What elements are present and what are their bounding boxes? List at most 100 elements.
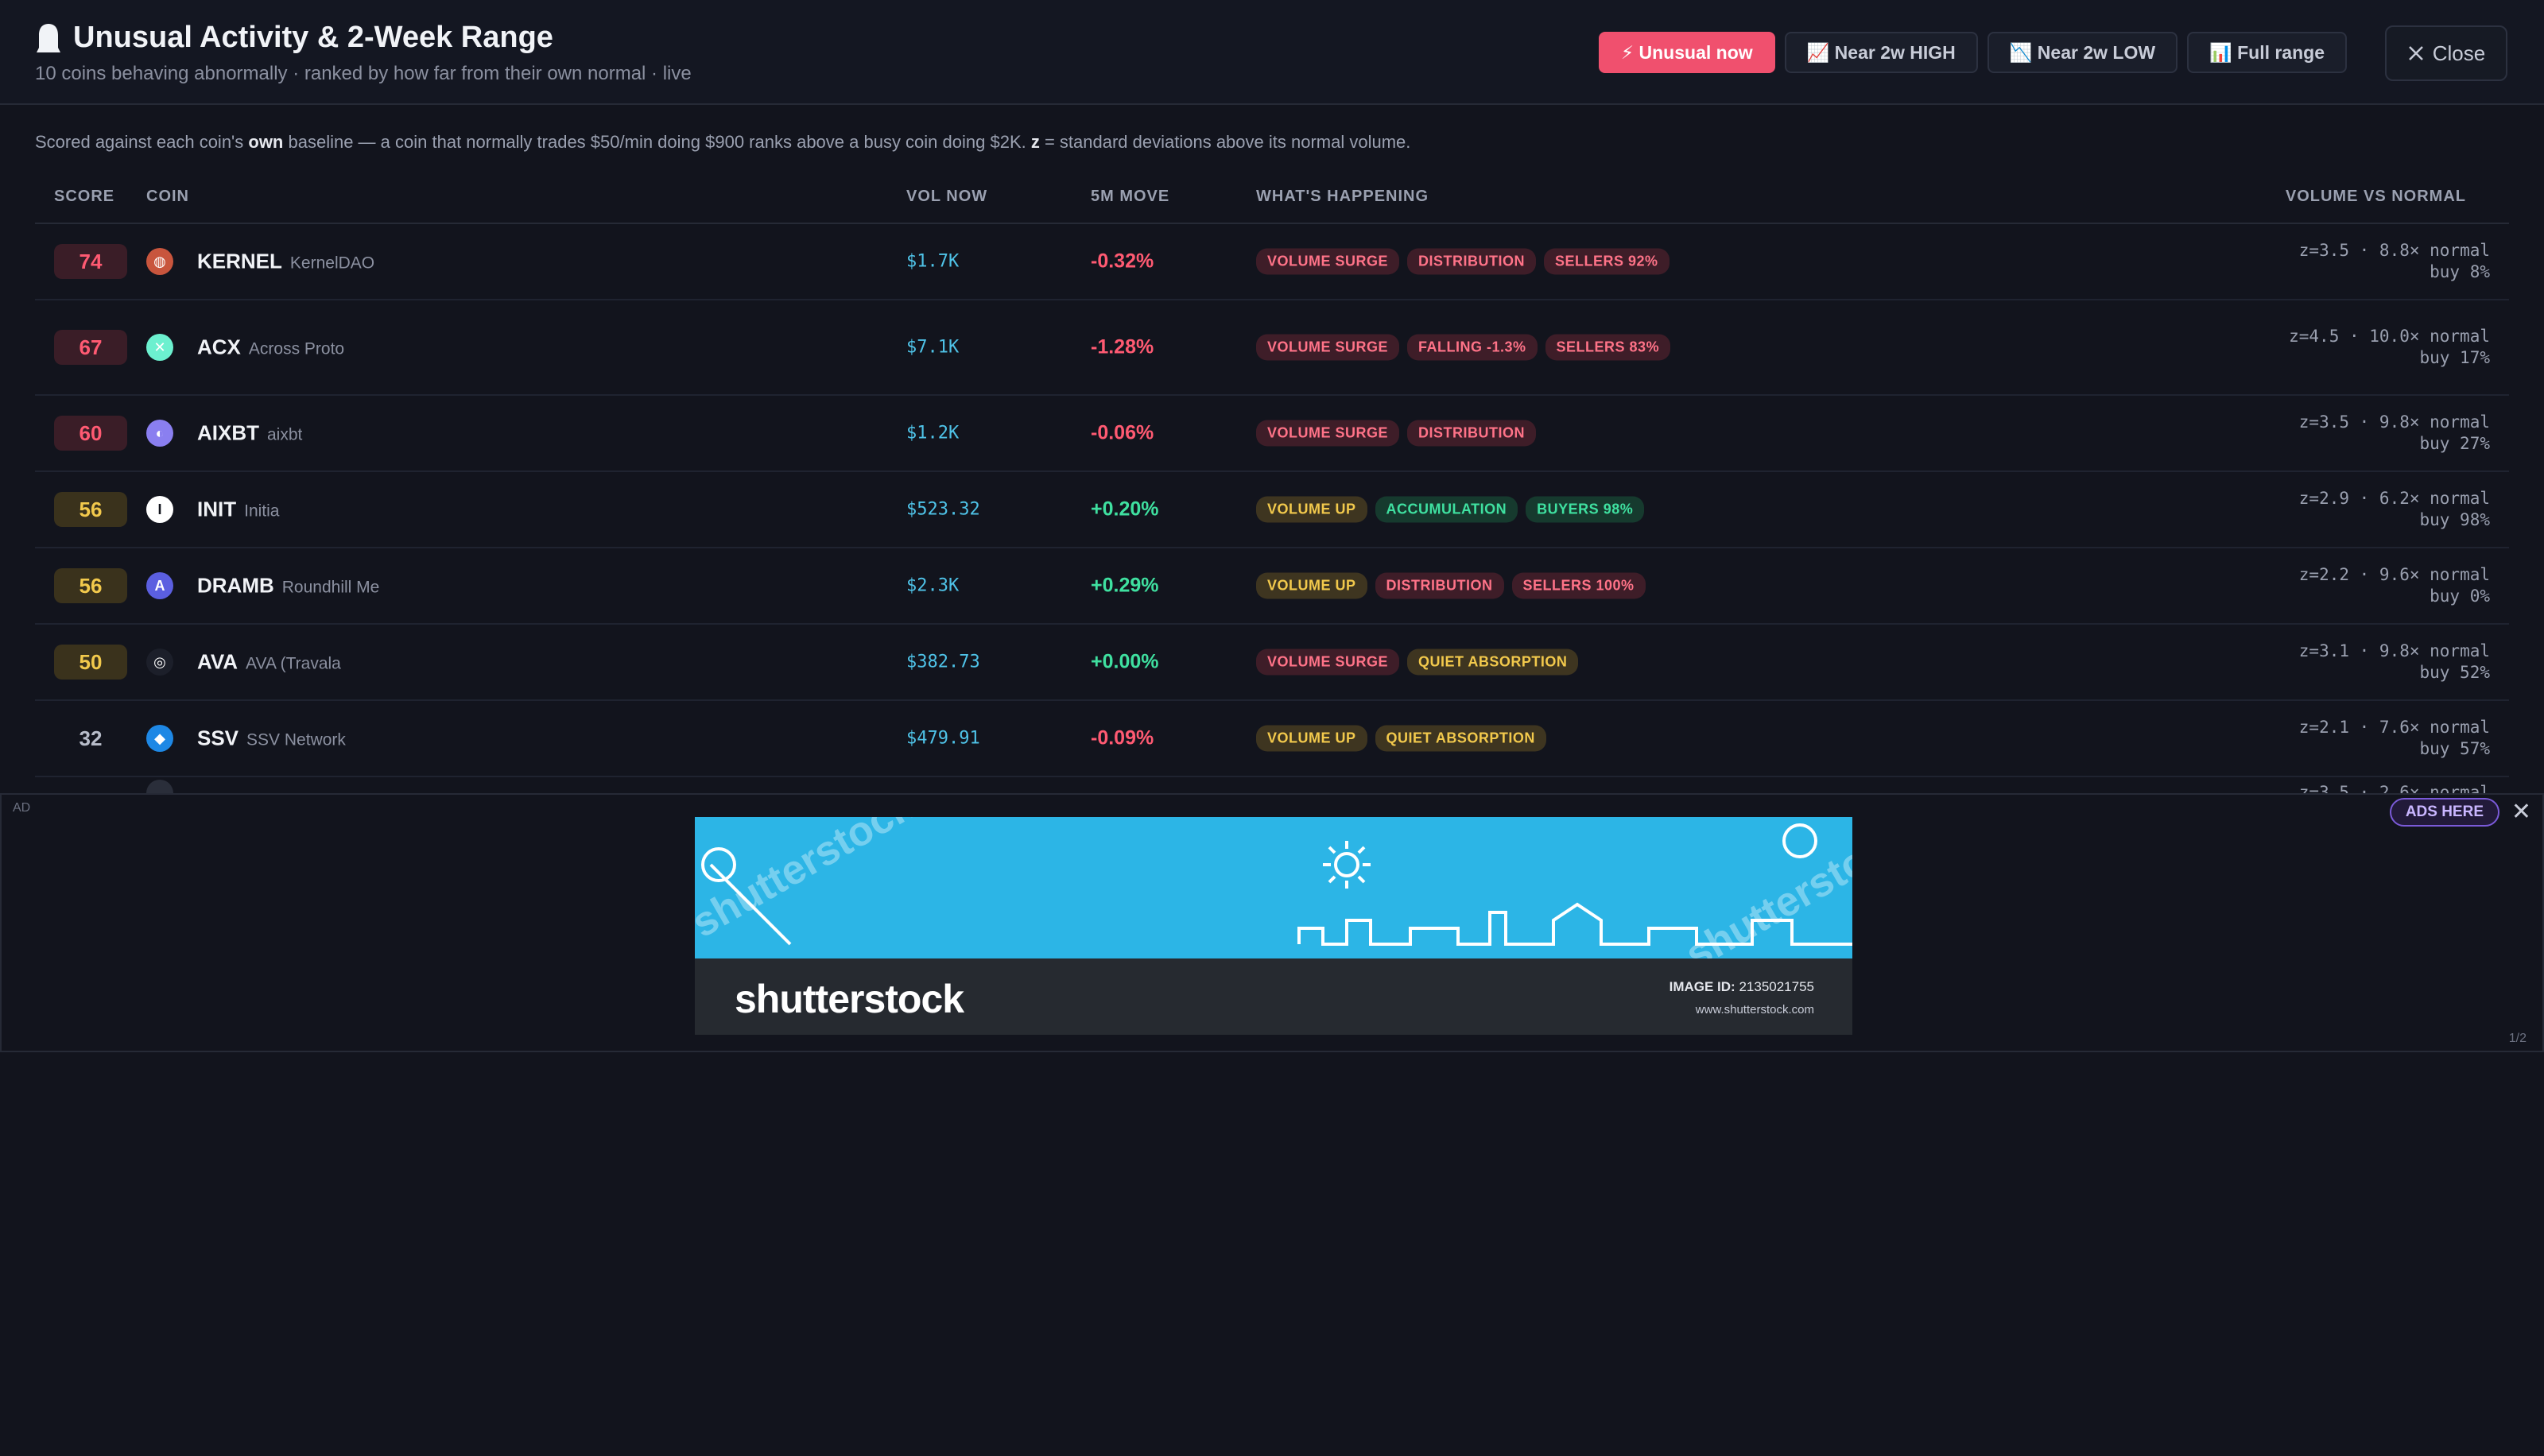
- table-row[interactable]: 56 I INIT Initia $523.32 +0.20% VOLUME UP ACCUM…: [35, 472, 2509, 548]
- table-row[interactable]: 32 ◆ SSV SSV Network $479.91 -0.09% VOLUME UP Q…: [35, 701, 2509, 777]
- signal-tag: QUIET ABSORPTION: [1407, 649, 1579, 676]
- five-min-move: +0.00%: [1091, 650, 1159, 673]
- z-score-ratio: z=4.5 · 10.0× normal: [2289, 327, 2490, 346]
- table-row[interactable]: 56 A DRAMB Roundhill Me $2.3K +0.29% VOLUME UP…: [35, 548, 2509, 625]
- ad-image[interactable]: shutterstock shutterstock shutterstock I…: [695, 817, 1852, 1035]
- five-min-move: -0.06%: [1091, 421, 1154, 444]
- signal-tag: BUYERS 98%: [1526, 496, 1645, 523]
- page-title: Unusual Activity & 2-Week Range: [35, 21, 692, 55]
- volume-now: $2.3K: [906, 575, 960, 596]
- signal-tags: VOLUME UP ACCUMULATION BUYERS 98%: [1256, 496, 1645, 523]
- five-min-move: -0.09%: [1091, 726, 1154, 749]
- col-score[interactable]: SCORE: [54, 188, 114, 206]
- ad-page-indicator: 1/2: [2508, 1032, 2527, 1045]
- five-min-move: +0.29%: [1091, 574, 1159, 597]
- signal-tag: VOLUME SURGE: [1256, 248, 1400, 275]
- table-row[interactable]: 74 ◍ KERNEL KernelDAO $1.7K -0.32% VOLUME SURG…: [35, 224, 2509, 300]
- coin-symbol[interactable]: KERNEL KernelDAO: [197, 250, 374, 274]
- coin-name: Initia: [244, 501, 280, 521]
- close-button[interactable]: Close: [2385, 25, 2507, 81]
- coin-symbol[interactable]: SSV SSV Network: [197, 726, 346, 751]
- filter-full-range-button[interactable]: 📊 Full range: [2187, 32, 2347, 73]
- activity-table: SCORE COIN VOL NOW 5M MOVE WHAT'S HAPPEN…: [35, 180, 2509, 809]
- coin-icon: ◐: [146, 420, 173, 447]
- volume-now: $1.2K: [906, 423, 960, 443]
- five-min-move: +0.20%: [1091, 498, 1159, 521]
- volume-now: $7.1K: [906, 337, 960, 358]
- note-bold-own: own: [248, 132, 284, 152]
- ads-here-badge[interactable]: ADS HERE: [2389, 798, 2499, 827]
- ad-label: AD: [13, 801, 31, 815]
- ad-close-icon[interactable]: ✕: [2511, 798, 2531, 826]
- filter-near-2w-high-button[interactable]: 📈 Near 2w HIGH: [1784, 32, 1978, 73]
- note-text-1: Scored against each coin's: [35, 132, 249, 152]
- city-skyline-illustration: [701, 823, 1852, 946]
- table-row[interactable]: 50 ◎ AVA AVA (Travala $382.73 +0.00% VOLUME SU…: [35, 625, 2509, 701]
- col-volume-vs-normal[interactable]: VOLUME VS NORMAL: [2286, 188, 2466, 206]
- ghost-icon: [37, 23, 60, 52]
- signal-tags: VOLUME UP DISTRIBUTION SELLERS 100%: [1256, 572, 1646, 599]
- ad-banner[interactable]: AD ADS HERE ✕ shutterstock shutterstock …: [0, 793, 2544, 1052]
- volume-vs-normal: z=3.5 · 9.8× normal buy 27%: [2267, 412, 2490, 455]
- buy-percent: buy 27%: [2419, 434, 2490, 453]
- coin-ticker: AVA: [197, 649, 238, 674]
- table-row[interactable]: 60 ◐ AIXBT aixbt $1.2K -0.06% VOLUME SURGE DIST…: [35, 396, 2509, 472]
- volume-now: $382.73: [906, 652, 980, 672]
- coin-symbol[interactable]: ACX Across Proto: [197, 335, 344, 360]
- coin-icon: ◎: [146, 649, 173, 676]
- coin-symbol[interactable]: DRAMB Roundhill Me: [197, 574, 379, 598]
- coin-icon: ◍: [146, 248, 173, 275]
- five-min-move: -1.28%: [1091, 335, 1154, 358]
- coin-symbol[interactable]: INIT Initia: [197, 498, 279, 522]
- title-block: Unusual Activity & 2-Week Range 10 coins…: [35, 21, 692, 85]
- signal-tags: VOLUME UP QUIET ABSORPTION: [1256, 725, 1546, 752]
- z-score-ratio: z=2.1 · 7.6× normal: [2298, 718, 2490, 737]
- volume-vs-normal: z=4.5 · 10.0× normal buy 17%: [2267, 326, 2490, 369]
- col-coin[interactable]: COIN: [146, 188, 189, 206]
- table-row[interactable]: 67 ✕ ACX Across Proto $7.1K -1.28% VOLUME SURG…: [35, 300, 2509, 396]
- col-5m-move[interactable]: 5M MOVE: [1091, 188, 1169, 206]
- signal-tags: VOLUME SURGE DISTRIBUTION: [1256, 420, 1537, 447]
- coin-icon: ◆: [146, 725, 173, 752]
- col-whats-happening[interactable]: WHAT'S HAPPENING: [1256, 188, 1429, 206]
- volume-now: $1.7K: [906, 251, 960, 272]
- signal-tag: VOLUME SURGE: [1256, 649, 1400, 676]
- signal-tag: DISTRIBUTION: [1407, 420, 1537, 447]
- volume-vs-normal: z=3.5 · 8.8× normal buy 8%: [2267, 240, 2490, 283]
- z-score-ratio: z=2.9 · 6.2× normal: [2298, 489, 2490, 508]
- note-text-3: = standard deviations above its normal v…: [1039, 132, 1411, 152]
- coin-name: Across Proto: [248, 339, 345, 358]
- ad-image-sky: shutterstock shutterstock: [695, 817, 1852, 978]
- filter-near-2w-low-button[interactable]: 📉 Near 2w LOW: [1987, 32, 2178, 73]
- signal-tag: DISTRIBUTION: [1375, 572, 1504, 599]
- image-id-label: IMAGE ID:: [1669, 979, 1735, 994]
- score-badge: 50: [54, 645, 127, 680]
- page-subtitle: 10 coins behaving abnormally · ranked by…: [35, 63, 692, 84]
- volume-vs-normal: z=2.1 · 7.6× normal buy 57%: [2267, 717, 2490, 760]
- buy-percent: buy 52%: [2419, 663, 2490, 682]
- note-bold-z: z: [1030, 132, 1040, 152]
- score-badge: 32: [79, 726, 103, 750]
- signal-tag: DISTRIBUTION: [1407, 248, 1537, 275]
- coin-icon: ✕: [146, 334, 173, 361]
- coin-symbol[interactable]: AIXBT aixbt: [197, 421, 302, 446]
- buy-percent: buy 8%: [2430, 262, 2490, 281]
- volume-vs-normal: z=2.9 · 6.2× normal buy 98%: [2267, 488, 2490, 531]
- coin-symbol[interactable]: AVA AVA (Travala: [197, 650, 341, 675]
- volume-vs-normal: z=2.2 · 9.6× normal buy 0%: [2267, 564, 2490, 607]
- close-label: Close: [2432, 41, 2486, 65]
- col-vol-now[interactable]: VOL NOW: [906, 188, 987, 206]
- filter-unusual-now-button[interactable]: ⚡ Unusual now: [1598, 32, 1775, 73]
- coin-icon: A: [146, 572, 173, 599]
- signal-tag: SELLERS 83%: [1545, 334, 1671, 361]
- signal-tag: FALLING -1.3%: [1407, 334, 1538, 361]
- signal-tag: SELLERS 100%: [1511, 572, 1646, 599]
- score-badge: 56: [54, 492, 127, 527]
- filter-buttons: ⚡ Unusual now 📈 Near 2w HIGH 📉 Near 2w L…: [1598, 32, 2347, 73]
- shutterstock-logo: shutterstock: [735, 977, 964, 1021]
- signal-tag: QUIET ABSORPTION: [1375, 725, 1546, 752]
- image-id: IMAGE ID: 2135021755: [1670, 979, 1814, 995]
- signal-tag: VOLUME UP: [1256, 496, 1367, 523]
- score-badge: 67: [54, 330, 127, 365]
- coin-name: AVA (Travala: [246, 654, 341, 673]
